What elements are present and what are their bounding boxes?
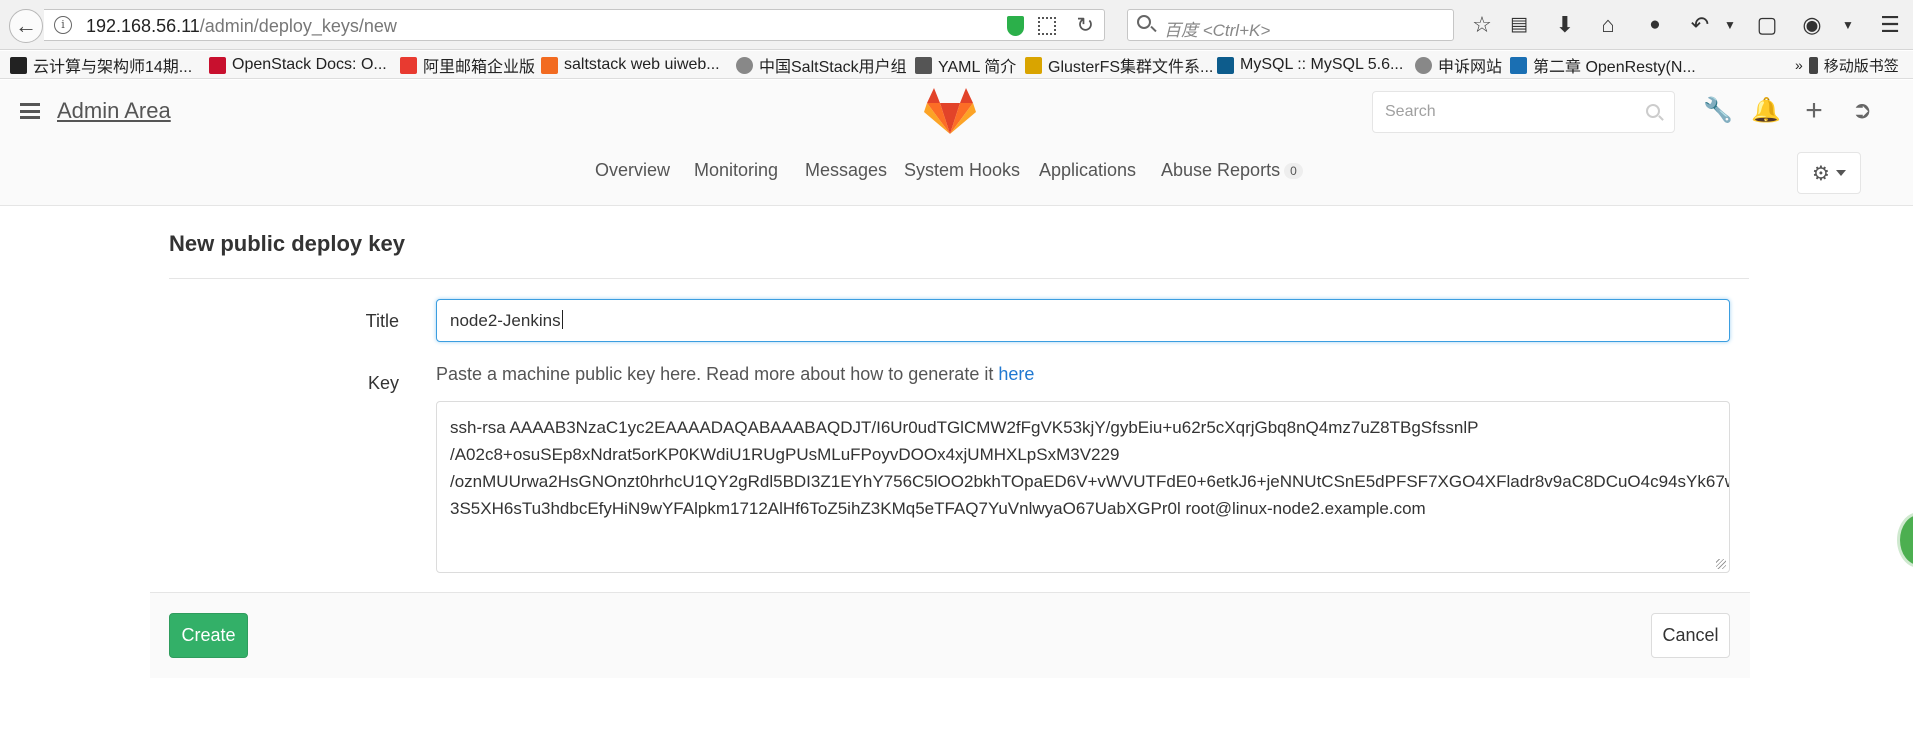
shield-icon[interactable] <box>1007 16 1024 36</box>
key-textarea[interactable]: ssh-rsa AAAAB3NzaC1yc2EAAAADAQABAAABAQDJ… <box>436 401 1730 573</box>
bookmark-item[interactable]: 中国SaltStack用户组 <box>736 54 907 76</box>
key-help-message: Paste a machine public key here. Read mo… <box>436 364 999 384</box>
sign-out-icon[interactable]: ➲ <box>1847 96 1877 126</box>
tab-system-hooks[interactable]: System Hooks <box>904 160 1020 181</box>
bookmark-icon <box>1217 56 1234 74</box>
browser-search-input[interactable]: 百度 <Ctrl+K> <box>1127 9 1454 41</box>
bookmark-label: YAML 简介 <box>938 59 1017 76</box>
bookmark-item[interactable]: OpenStack Docs: O... <box>209 54 387 76</box>
generate-key-help-link[interactable]: here <box>998 364 1034 384</box>
url-text: 192.168.56.11/admin/deploy_keys/new <box>86 16 397 37</box>
undo-icon[interactable]: ↶ <box>1685 10 1715 40</box>
tab-messages[interactable]: Messages <box>805 160 887 181</box>
search-icon <box>1137 15 1151 29</box>
settings-dropdown-button[interactable]: ⚙ <box>1797 152 1861 194</box>
resize-handle-icon[interactable] <box>1716 559 1726 569</box>
chat-icon[interactable]: ● <box>1640 10 1670 40</box>
bookmark-icon <box>915 56 932 74</box>
reading-list-icon[interactable]: ▤ <box>1504 10 1534 40</box>
bookmark-label: 中国SaltStack用户组 <box>759 59 907 76</box>
bookmark-label: 移动版书签 <box>1823 57 1899 75</box>
browser-toolbar: ← i 192.168.56.11/admin/deploy_keys/new … <box>0 0 1913 50</box>
chevron-down-icon <box>1835 170 1846 176</box>
bookmark-item[interactable]: 第二章 OpenResty(N... <box>1510 54 1696 76</box>
tab-monitoring[interactable]: Monitoring <box>694 160 778 181</box>
title-label: Title <box>365 311 399 331</box>
chevron-down-icon[interactable]: ▼ <box>1833 10 1863 40</box>
bookmark-icon <box>541 56 558 74</box>
abuse-reports-count-badge: 0 <box>1284 163 1303 179</box>
gitlab-search-placeholder: Search <box>1385 103 1436 120</box>
create-button[interactable]: Create <box>169 613 248 658</box>
key-label: Key <box>367 373 399 393</box>
page-title: New public deploy key <box>169 231 405 256</box>
bookmark-item[interactable]: 云计算与架构师14期... <box>10 54 192 76</box>
url-path: /admin/deploy_keys/new <box>199 16 397 36</box>
bookmark-label: MySQL :: MySQL 5.6... <box>1240 56 1404 73</box>
bookmark-label: GlusterFS集群文件系... <box>1048 59 1214 76</box>
bookmark-label: OpenStack Docs: O... <box>232 56 387 73</box>
star-icon[interactable]: ☆ <box>1467 10 1497 40</box>
hamburger-icon[interactable] <box>20 103 40 119</box>
bookmark-icon <box>1025 56 1042 74</box>
chevron-down-icon[interactable]: ▼ <box>1715 10 1745 40</box>
bookmark-item[interactable]: 阿里邮箱企业版 <box>400 54 535 76</box>
info-icon[interactable]: i <box>54 16 72 34</box>
bookmark-item[interactable]: 申诉网站 <box>1415 54 1502 76</box>
bell-icon[interactable]: 🔔 <box>1751 96 1781 126</box>
download-icon[interactable]: ⬇ <box>1550 10 1580 40</box>
bookmark-item[interactable]: YAML 简介 <box>915 54 1016 76</box>
title-input-value: node2-Jenkins <box>450 311 561 330</box>
bookmarks-bar: 云计算与架构师14期... OpenStack Docs: O... 阿里邮箱企… <box>0 51 1913 79</box>
bookmark-icon <box>1510 56 1527 74</box>
search-icon <box>1646 104 1660 118</box>
tab-applications[interactable]: Applications <box>1039 160 1136 181</box>
bookmark-label: 第二章 OpenResty(N... <box>1533 59 1696 76</box>
tab-abuse-reports-label: Abuse Reports <box>1161 160 1281 180</box>
gitlab-search-input[interactable]: Search <box>1372 91 1675 133</box>
bookmark-label: 云计算与架构师14期... <box>33 59 193 76</box>
bookmark-label: 阿里邮箱企业版 <box>423 59 536 76</box>
plus-icon[interactable]: + <box>1799 96 1829 126</box>
key-textarea-value: ssh-rsa AAAAB3NzaC1yc2EAAAADAQABAAABAQDJ… <box>450 418 1730 518</box>
browser-search-placeholder: 百度 <Ctrl+K> <box>1164 21 1271 40</box>
tab-overview[interactable]: Overview <box>595 160 670 181</box>
bookmark-item[interactable]: MySQL :: MySQL 5.6... <box>1217 54 1403 76</box>
form-actions <box>150 592 1750 678</box>
overflow-chevron-icon: » <box>1795 57 1803 73</box>
bookmark-item[interactable]: GlusterFS集群文件系... <box>1025 54 1213 76</box>
floating-widget-icon[interactable] <box>1897 512 1913 568</box>
menu-icon[interactable]: ☰ <box>1875 10 1905 40</box>
back-arrow-icon[interactable]: ← <box>9 9 43 43</box>
text-cursor <box>561 310 563 329</box>
url-host: 192.168.56.11 <box>86 16 200 36</box>
gear-icon: ⚙ <box>1812 162 1830 185</box>
wrench-icon[interactable]: 🔧 <box>1703 96 1733 126</box>
bookmark-icon <box>400 56 417 74</box>
home-icon[interactable]: ⌂ <box>1593 10 1623 40</box>
bookmark-item[interactable]: » 移动版书签 <box>1795 54 1899 76</box>
bookmark-icon <box>10 56 27 74</box>
tab-abuse-reports[interactable]: Abuse Reports 0 <box>1161 160 1303 181</box>
address-bar[interactable]: i 192.168.56.11/admin/deploy_keys/new ↻ <box>44 9 1105 41</box>
bookmark-label: saltstack web uiweb... <box>564 56 720 73</box>
qr-code-icon[interactable] <box>1038 17 1056 35</box>
mask-icon[interactable]: ◉ <box>1797 10 1827 40</box>
divider <box>169 278 1749 279</box>
bookmark-item[interactable]: saltstack web uiweb... <box>541 54 720 76</box>
globe-icon <box>1415 56 1432 74</box>
mobile-icon <box>1808 56 1818 74</box>
title-input[interactable]: node2-Jenkins <box>436 299 1730 342</box>
admin-area-title[interactable]: Admin Area <box>57 98 171 124</box>
reload-icon[interactable]: ↻ <box>1076 13 1094 38</box>
bookmark-label: 申诉网站 <box>1438 59 1503 76</box>
cancel-button[interactable]: Cancel <box>1651 613 1730 658</box>
globe-icon <box>736 56 753 74</box>
gitlab-logo-icon[interactable] <box>924 88 976 139</box>
crop-icon[interactable]: ▢ <box>1752 10 1782 40</box>
key-help-text: Paste a machine public key here. Read mo… <box>436 364 1034 385</box>
bookmark-icon <box>209 56 226 74</box>
